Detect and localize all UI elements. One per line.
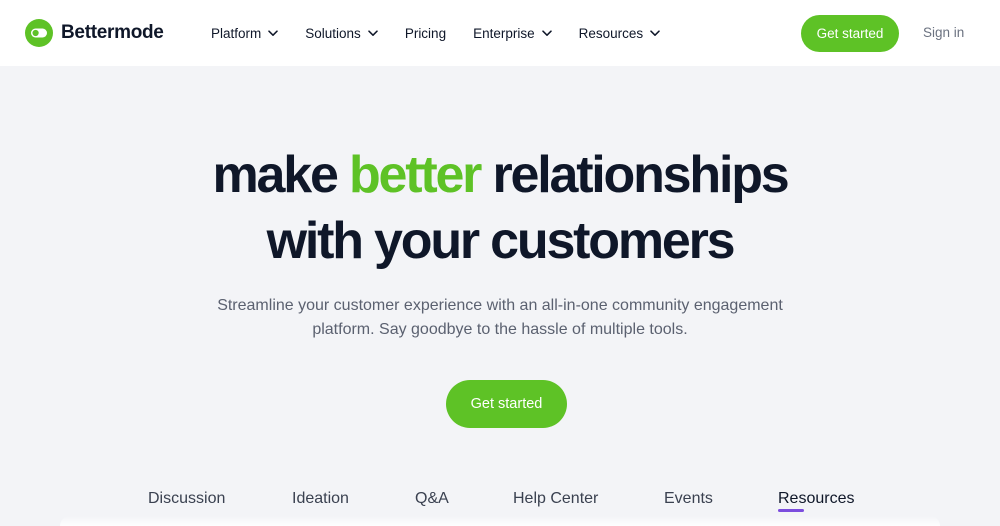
nav-item-platform[interactable]: Platform <box>211 25 279 41</box>
chevron-down-icon <box>541 29 552 36</box>
tab-resources[interactable]: Resources <box>778 490 854 508</box>
tab-discussion[interactable]: Discussion <box>148 490 225 508</box>
site-header: Bettermode Platform Solutions Pricing En… <box>0 0 1000 66</box>
hero-subtitle: Streamline your customer experience with… <box>200 294 800 342</box>
nav-item-label: Enterprise <box>473 25 535 41</box>
hero-get-started-button[interactable]: Get started <box>446 380 567 428</box>
nav-item-solutions[interactable]: Solutions <box>305 26 378 41</box>
chevron-down-icon <box>650 29 660 36</box>
chevron-down-icon <box>368 29 378 36</box>
header-get-started-button[interactable]: Get started <box>801 15 899 52</box>
brand-logo-link[interactable]: Bettermode <box>25 19 164 47</box>
chevron-down-icon <box>268 29 279 36</box>
nav-item-pricing[interactable]: Pricing <box>405 26 446 41</box>
nav-item-enterprise[interactable]: Enterprise <box>473 26 552 41</box>
nav-item-label: Pricing <box>404 25 447 41</box>
hero-title-line2: with your customers <box>266 212 736 270</box>
hero-title-part2: relationships <box>480 146 789 204</box>
hero-subtitle-line2: platform. Say goodbye to the hassle of m… <box>312 321 688 338</box>
tab-help-center[interactable]: Help Center <box>513 490 598 508</box>
nav-item-label: Solutions <box>305 25 361 41</box>
sign-in-link[interactable]: Sign in <box>923 25 964 40</box>
main-nav: Platform Solutions Pricing Enterprise Re… <box>211 0 687 66</box>
brand-name: Bettermode <box>61 22 164 43</box>
bettermode-logo-icon <box>25 19 53 47</box>
hero-title-part1: make <box>212 146 349 204</box>
nav-item-label: Resources <box>578 25 644 41</box>
tab-qa[interactable]: Q&A <box>415 490 449 508</box>
nav-item-resources[interactable]: Resources <box>579 26 661 41</box>
hero-title: make better relationships with your cust… <box>0 142 1000 274</box>
hero-subtitle-line1: Streamline your customer experience with… <box>217 297 783 314</box>
nav-item-label: Platform <box>211 25 262 41</box>
content-preview-edge <box>60 516 940 526</box>
tab-ideation[interactable]: Ideation <box>292 490 349 508</box>
tab-events[interactable]: Events <box>664 490 713 508</box>
hero-title-accent: better <box>348 146 482 204</box>
active-tab-indicator <box>778 509 804 512</box>
